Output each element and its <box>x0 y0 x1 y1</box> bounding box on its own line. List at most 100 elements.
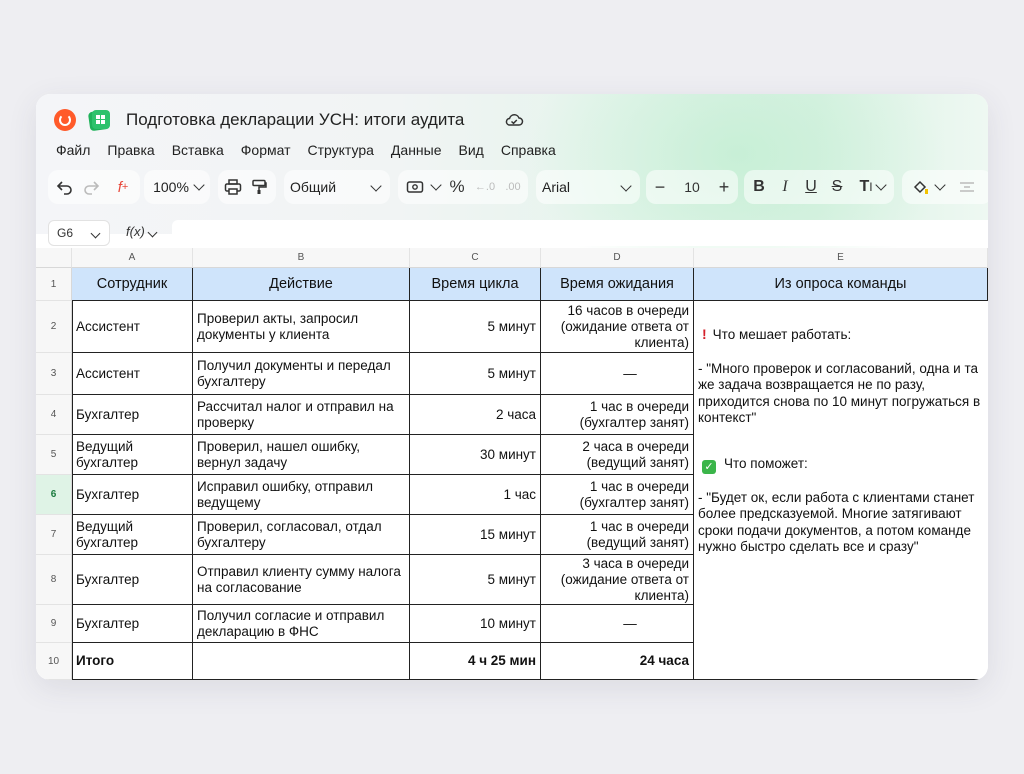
cycle-time-cell[interactable]: 1 час <box>410 475 541 515</box>
currency-format-icon[interactable] <box>402 170 444 204</box>
menu-insert[interactable]: Вставка <box>172 142 224 158</box>
yandex-logo-icon[interactable] <box>54 109 76 131</box>
header-cell[interactable]: Из опроса команды <box>694 268 988 301</box>
cycle-time-cell[interactable]: 5 минут <box>410 353 541 395</box>
corner-cell[interactable] <box>36 248 72 268</box>
menu-view[interactable]: Вид <box>459 142 484 158</box>
wait-time-cell[interactable]: 16 часов в очереди (ожидание ответа от к… <box>541 301 694 353</box>
number-format-select[interactable]: Общий <box>284 170 388 204</box>
cell-reference-box[interactable]: G6 <box>48 220 110 246</box>
print-icon[interactable] <box>220 170 246 204</box>
font-size-decrease-button[interactable]: − <box>648 170 672 204</box>
total-cycle-time-cell[interactable]: 4 ч 25 мин <box>410 643 541 680</box>
menu-format[interactable]: Формат <box>241 142 291 158</box>
employee-cell[interactable]: Бухгалтер <box>72 395 193 435</box>
menu-edit[interactable]: Правка <box>107 142 154 158</box>
row-header[interactable]: 1 <box>36 268 72 301</box>
row-header[interactable]: 3 <box>36 353 72 395</box>
employee-cell[interactable]: Бухгалтер <box>72 605 193 643</box>
employee-cell[interactable]: Бухгалтер <box>72 475 193 515</box>
action-cell[interactable]: Отправил клиенту сумму налога на согласо… <box>193 555 410 605</box>
paint-format-icon[interactable] <box>246 170 272 204</box>
cycle-time-cell[interactable]: 5 минут <box>410 555 541 605</box>
header-cell[interactable]: Действие <box>193 268 410 301</box>
menu-file[interactable]: Файл <box>56 142 90 158</box>
cycle-time-cell[interactable]: 5 минут <box>410 301 541 353</box>
font-size-input[interactable]: 10 <box>672 170 712 204</box>
underline-button[interactable]: U <box>798 170 824 204</box>
row-header[interactable]: 8 <box>36 555 72 605</box>
employee-cell[interactable]: Ведущий бухгалтер <box>72 515 193 555</box>
merge-cells-icon[interactable] <box>952 170 982 204</box>
wait-time-cell[interactable]: 1 час в очереди (ведущий занят) <box>541 515 694 555</box>
header-cell[interactable]: Сотрудник <box>72 268 193 301</box>
employee-cell[interactable]: Бухгалтер <box>72 555 193 605</box>
font-select[interactable]: Arial <box>536 170 638 204</box>
text-color-button[interactable]: TI <box>850 170 894 204</box>
strikethrough-button[interactable]: S <box>824 170 850 204</box>
cycle-time-cell[interactable]: 10 минут <box>410 605 541 643</box>
header-cell[interactable]: Время ожидания <box>541 268 694 301</box>
survey-help-text: - "Будет ок, если работа с клиентами ста… <box>698 489 975 555</box>
header-cell[interactable]: Время цикла <box>410 268 541 301</box>
tables-app-icon[interactable] <box>86 107 112 133</box>
employee-cell[interactable]: Ведущий бухгалтер <box>72 435 193 475</box>
wait-time-cell[interactable]: — <box>541 605 694 643</box>
cycle-time-cell[interactable]: 2 часа <box>410 395 541 435</box>
document-title[interactable]: Подготовка декларации УСН: итоги аудита <box>126 110 464 130</box>
column-header-c[interactable]: C <box>410 248 541 268</box>
function-menu-button[interactable]: f(x) <box>126 224 158 239</box>
wait-time-cell[interactable]: 3 часа в очереди (ожидание ответа от кли… <box>541 555 694 605</box>
column-header-b[interactable]: B <box>193 248 410 268</box>
cycle-time-cell[interactable]: 15 минут <box>410 515 541 555</box>
increase-decimal-icon[interactable]: .00 <box>500 170 526 204</box>
wait-time-cell[interactable]: 1 час в очереди (бухгалтер занят) <box>541 395 694 435</box>
undo-icon[interactable] <box>52 170 78 204</box>
column-header-d[interactable]: D <box>541 248 694 268</box>
survey-content: ! Что мешает работать: - "Много проверок … <box>694 326 988 556</box>
row-header[interactable]: 4 <box>36 395 72 435</box>
row-header[interactable]: 10 <box>36 643 72 680</box>
action-cell[interactable]: Получил согласие и отправил декларацию в… <box>193 605 410 643</box>
column-header-a[interactable]: A <box>72 248 193 268</box>
italic-button[interactable]: I <box>772 170 798 204</box>
wait-time-cell[interactable]: 1 час в очереди (бухгалтер занят) <box>541 475 694 515</box>
menu-data[interactable]: Данные <box>391 142 442 158</box>
wait-time-cell[interactable]: 2 часа в очереди (ведущий занят) <box>541 435 694 475</box>
cycle-time-cell[interactable]: 30 минут <box>410 435 541 475</box>
row-header[interactable]: 7 <box>36 515 72 555</box>
fill-color-icon[interactable] <box>906 170 950 204</box>
action-cell[interactable]: Рассчитал налог и отправил на проверку <box>193 395 410 435</box>
row-header-active[interactable]: 6 <box>36 475 72 515</box>
menu-help[interactable]: Справка <box>501 142 556 158</box>
function-icon[interactable]: f + <box>108 170 138 204</box>
wait-time-cell[interactable]: — <box>541 353 694 395</box>
bold-button[interactable]: B <box>746 170 772 204</box>
row-header[interactable]: 2 <box>36 301 72 353</box>
employee-cell[interactable]: Ассистент <box>72 301 193 353</box>
cloud-saved-icon[interactable] <box>504 112 524 128</box>
menu-structure[interactable]: Структура <box>308 142 374 158</box>
action-cell[interactable]: Проверил, согласовал, отдал бухгалтеру <box>193 515 410 555</box>
formula-bar: G6 f(x) <box>36 220 988 246</box>
action-cell[interactable]: Проверил, нашел ошибку, вернул задачу <box>193 435 410 475</box>
action-cell[interactable]: Исправил ошибку, отправил ведущему <box>193 475 410 515</box>
action-cell[interactable]: Проверил акты, запросил документы у клие… <box>193 301 410 353</box>
font-size-increase-button[interactable]: + <box>712 170 736 204</box>
zoom-select[interactable]: 100% <box>148 170 208 204</box>
total-label-cell[interactable]: Итого <box>72 643 193 680</box>
employee-cell[interactable]: Ассистент <box>72 353 193 395</box>
text-color-label: T <box>859 178 870 195</box>
action-cell[interactable]: Получил документы и передал бухгалтеру <box>193 353 410 395</box>
total-empty-cell[interactable] <box>193 643 410 680</box>
cell-reference-value: G6 <box>57 226 74 240</box>
redo-icon[interactable] <box>78 170 104 204</box>
formula-input[interactable] <box>172 220 988 246</box>
percent-format-button[interactable]: % <box>446 170 468 204</box>
total-wait-time-cell[interactable]: 24 часа <box>541 643 694 680</box>
row-header[interactable]: 5 <box>36 435 72 475</box>
column-header-e[interactable]: E <box>694 248 988 268</box>
decrease-decimal-icon[interactable]: ←.0 <box>472 170 498 204</box>
toolbar: f + 100% Общий % ←.0 .00 Arial − 10 + B … <box>48 170 988 206</box>
row-header[interactable]: 9 <box>36 605 72 643</box>
